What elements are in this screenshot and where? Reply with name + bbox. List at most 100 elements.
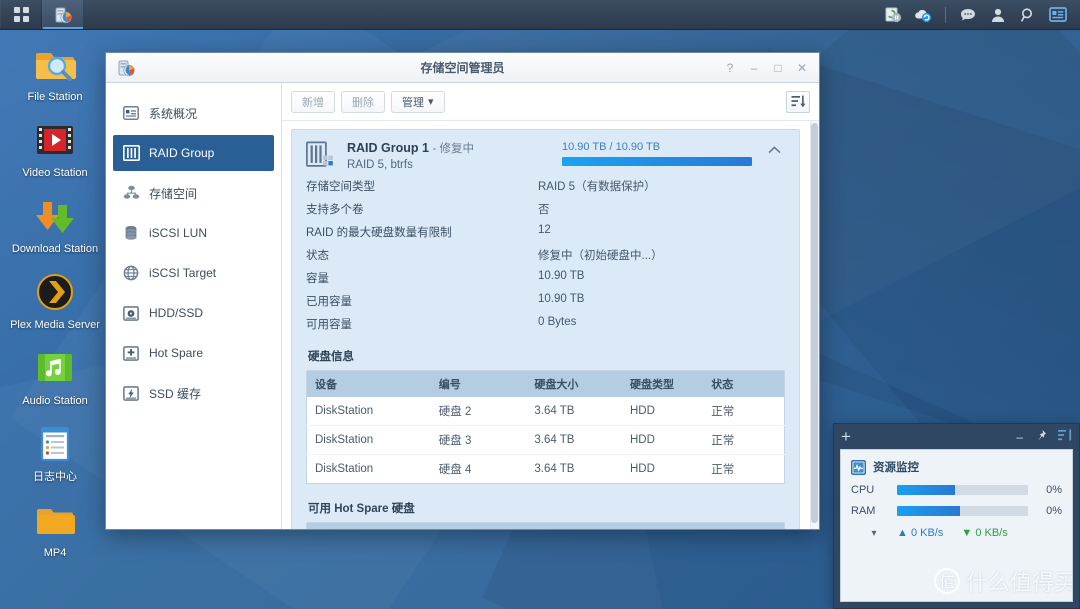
detail-value: 10.90 TB [538, 293, 585, 305]
watermark-text: 什么值得买 [965, 570, 1073, 595]
sidebar-item-iscsi-target[interactable]: iSCSI Target [113, 255, 274, 291]
sidebar-item-label: SSD 缓存 [149, 386, 202, 401]
user-icon[interactable] [984, 0, 1012, 30]
resource-monitor-widget: + – 资源监控 CPU 0% RAM 0% ▾ ▲ 0 KB/s ▼ 0 KB… [833, 423, 1080, 609]
sidebar-item-hdd-ssd[interactable]: HDD/SSD [113, 295, 274, 331]
pane-toolbar: 新增 删除 管理 ▾ [282, 83, 819, 121]
widget-body: 资源监控 CPU 0% RAM 0% ▾ ▲ 0 KB/s ▼ 0 KB/s 值 [840, 449, 1073, 602]
detail-value: 12 [538, 224, 551, 236]
table-header-row: 设备 编号 硬盘大小 硬盘类型 状态 [306, 370, 785, 397]
detail-row: 支持多个卷 否 [306, 201, 785, 217]
network-upload-value: 0 KB/s [910, 527, 944, 539]
sidebar-item-hot-spare[interactable]: Hot Spare [113, 335, 274, 371]
col-number: 编号 [430, 370, 527, 397]
col-device: 设备 [306, 522, 431, 529]
sidebar-item-iscsi-lun[interactable]: iSCSI LUN [113, 215, 274, 251]
col-status: 状态 [703, 522, 785, 529]
desktop-icon-video-station[interactable]: Video Station [3, 114, 107, 180]
network-download: ▼ 0 KB/s [961, 527, 1007, 539]
raid-group-card: RAID Group 1 - 修复中 RAID 5, btrfs 10.90 T… [291, 129, 800, 529]
sidebar-item-label: RAID Group [149, 146, 215, 160]
audio-station-icon [33, 346, 77, 390]
chat-icon[interactable] [954, 0, 982, 30]
sidebar-item-label: 系统概况 [149, 106, 198, 121]
detail-value: RAID 5（有数据保护） [538, 181, 656, 193]
manage-button[interactable]: 管理 ▾ [391, 90, 445, 113]
chevron-up-icon[interactable] [763, 140, 785, 154]
pin-icon[interactable] [1034, 429, 1047, 445]
sidebar-item-ssd-cache[interactable]: SSD 缓存 [113, 375, 274, 411]
taskbar [0, 0, 1080, 30]
chevron-down-icon: ▾ [428, 96, 434, 108]
detail-value: 修复中（初始硬盘中...） [538, 250, 663, 262]
download-station-icon [33, 194, 77, 238]
table-row[interactable]: DiskStation 硬盘 3 3.64 TB HDD 正常 [306, 425, 785, 455]
detail-row: 可用容量 0 Bytes [306, 316, 785, 332]
cell-type: HDD [621, 454, 704, 484]
detail-row: 状态 修复中（初始硬盘中...） [306, 247, 785, 263]
hot-spare-icon [122, 344, 140, 362]
desktop-icon-audio-station[interactable]: Audio Station [3, 342, 107, 408]
window-sidebar: 系统概况 RAID Group 存储空间 iSCSI LUN iSCSI Tar… [106, 83, 282, 529]
cell-status: 正常 [711, 406, 735, 418]
notification-pause-icon[interactable] [879, 0, 907, 30]
raid-group-icon [122, 144, 140, 162]
scrollbar-thumb[interactable] [811, 123, 818, 523]
sidebar-item-raid-group[interactable]: RAID Group [113, 135, 274, 171]
table-row[interactable]: DiskStation 硬盘 4 3.64 TB HDD 正常 [306, 454, 785, 484]
sort-list-icon[interactable] [786, 90, 810, 113]
window-titlebar[interactable]: 存储空间管理员 ? – □ ✕ [106, 53, 819, 83]
expand-caret-icon[interactable]: ▾ [851, 528, 897, 539]
app-grid-icon[interactable] [0, 0, 42, 29]
widget-minimize-button[interactable]: – [1016, 430, 1023, 444]
iscsi-target-icon [122, 264, 140, 282]
table-row[interactable]: DiskStation 硬盘 2 3.64 TB HDD 正常 [307, 397, 785, 426]
window-title: 存储空间管理员 [420, 61, 505, 75]
cloud-sync-icon[interactable] [909, 0, 937, 30]
overview-icon [122, 104, 140, 122]
taskbar-item-storage-manager[interactable] [42, 0, 84, 29]
cell-size: 3.64 TB [534, 405, 575, 417]
folder-icon [33, 498, 77, 542]
sidebar-item-overview[interactable]: 系统概况 [113, 95, 274, 131]
desktop-icon-log-center[interactable]: 日志中心 [3, 418, 107, 484]
detail-key: 存储空间类型 [306, 181, 375, 193]
detail-row: 已用容量 10.90 TB [306, 293, 785, 309]
delete-button[interactable]: 删除 [341, 90, 385, 113]
desktop-icon-label: Video Station [22, 167, 88, 179]
search-icon[interactable] [1014, 0, 1042, 30]
detail-row: 存储空间类型 RAID 5（有数据保护） [306, 178, 785, 194]
detail-row: 容量 10.90 TB [306, 270, 785, 286]
raid-group-titles: RAID Group 1 - 修复中 RAID 5, btrfs [347, 140, 474, 171]
raid-group-name: RAID Group 1 - 修复中 [347, 140, 474, 156]
hdd-ssd-icon [122, 304, 140, 322]
ram-percent: 0% [1046, 505, 1062, 517]
taskbar-tray [879, 0, 1080, 29]
storage-manager-window: 存储空间管理员 ? – □ ✕ 系统概况 RAID Group 存储空间 iSC… [105, 52, 820, 530]
content-scrollbar[interactable] [810, 121, 819, 529]
sidebar-item-label: iSCSI Target [149, 266, 217, 280]
desktop-icon-download-station[interactable]: Download Station [3, 190, 107, 256]
cell-device: DiskStation [315, 405, 374, 417]
widget-layout-icon[interactable] [1058, 429, 1072, 445]
cell-size: 3.64 TB [526, 454, 622, 484]
desktop-icon-file-station[interactable]: File Station [3, 38, 107, 104]
cell-device: DiskStation [306, 454, 431, 484]
desktop-icon-mp4-folder[interactable]: MP4 [3, 494, 107, 560]
raid-group-name-text: RAID Group 1 [347, 141, 429, 155]
widget-row-cpu: CPU 0% [851, 484, 1062, 496]
create-button[interactable]: 新增 [291, 90, 335, 113]
add-widget-button[interactable]: + [841, 428, 851, 445]
widgets-icon[interactable] [1044, 0, 1072, 30]
manage-button-label: 管理 [402, 96, 424, 109]
detail-key: 支持多个卷 [306, 204, 364, 216]
window-main-pane: 新增 删除 管理 ▾ RAID Group 1 - 修复中 RAID 5, bt… [282, 83, 819, 529]
capacity-text: 10.90 TB / 10.90 TB [562, 141, 661, 153]
capacity-block: 10.90 TB / 10.90 TB [562, 140, 752, 166]
widget-heading: 资源监控 [850, 459, 1062, 475]
desktop-icon-plex-media-server[interactable]: Plex Media Server [3, 266, 107, 332]
arrow-down-icon: ▼ [961, 527, 973, 539]
col-size: 硬盘大小 [526, 370, 622, 397]
disk-info-table: 设备 编号 硬盘大小 硬盘类型 状态 DiskStation 硬盘 2 3.64… [306, 370, 785, 484]
sidebar-item-storage-pool[interactable]: 存储空间 [113, 175, 274, 211]
